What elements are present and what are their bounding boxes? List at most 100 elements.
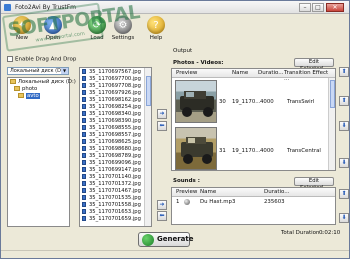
file-list-item[interactable]: 35_1170697567.jpg xyxy=(82,69,141,75)
remove-sound-arrow-button[interactable]: ⬅ xyxy=(157,211,167,221)
tree-item-photo[interactable]: photo xyxy=(14,86,37,92)
file-list-item[interactable]: 35_1170697708.jpg xyxy=(82,83,141,89)
tree-item-drive[interactable]: Локальный диск (D:) xyxy=(10,79,76,85)
sound-index: 1 xyxy=(176,199,180,205)
file-name: 35_1170698789.jpg xyxy=(89,153,141,159)
scrollbar-thumb[interactable] xyxy=(146,76,151,106)
image-file-icon xyxy=(82,216,86,221)
total-duration-value: 0:02:10 xyxy=(319,230,341,236)
checkbox-box[interactable] xyxy=(7,56,13,62)
file-list-item[interactable]: 35_1170701535.jpg xyxy=(82,195,141,201)
file-list-item[interactable]: 35_1170697700.jpg xyxy=(82,76,141,82)
image-file-icon xyxy=(82,153,86,158)
file-list-item[interactable]: 35_1170697926.jpg xyxy=(82,90,141,96)
file-list-item[interactable]: 35_1170701558.jpg xyxy=(82,202,141,208)
photos-scrollbar[interactable] xyxy=(328,78,335,170)
photo-index: 31 xyxy=(219,148,226,154)
minimize-button[interactable]: – xyxy=(299,3,311,12)
add-sound-arrow-button[interactable]: ➜ xyxy=(157,200,167,210)
remove-photo-arrow-button[interactable]: ⬅ xyxy=(157,121,167,131)
file-list-item[interactable]: 35_1170698254.jpg xyxy=(82,104,141,110)
image-file-icon xyxy=(82,104,86,109)
move-top-button[interactable]: ⬆ xyxy=(339,96,349,106)
new-button[interactable]: ✦ New xyxy=(8,15,36,45)
move-bottom-button[interactable]: ⬇ xyxy=(339,121,349,131)
open-icon: ▲ xyxy=(44,16,62,34)
image-file-icon xyxy=(82,139,86,144)
output-label: Output xyxy=(173,48,193,54)
tree-item-avto[interactable]: avto xyxy=(18,93,40,99)
file-list-item[interactable]: 35_1170698789.jpg xyxy=(82,153,141,159)
file-list-item[interactable]: 35_1170699096.jpg xyxy=(82,160,141,166)
file-list-item[interactable]: 35_1170701659.jpg xyxy=(82,216,141,222)
chevron-down-icon[interactable]: ▼ xyxy=(61,68,68,74)
file-list-item[interactable]: 35_1170698680.jpg xyxy=(82,146,141,152)
move-up-button[interactable]: ⬆ xyxy=(339,67,349,77)
image-file-icon xyxy=(82,209,86,214)
file-list-item[interactable]: 35_1170698340.jpg xyxy=(82,111,141,117)
photo-name: 19_1170... xyxy=(232,148,261,154)
image-file-icon xyxy=(82,181,86,186)
drive-icon xyxy=(10,79,16,84)
add-photo-arrow-button[interactable]: ➜ xyxy=(157,109,167,119)
file-name: 35_1170701140.jpg xyxy=(89,174,141,180)
move-down-button[interactable]: ⬇ xyxy=(339,158,349,168)
image-file-icon xyxy=(82,202,86,207)
sounds-grid-header: Preview Name Duratio... xyxy=(172,188,335,197)
col-preview: Preview xyxy=(176,189,198,195)
edit-selected-photos-button[interactable]: Edit Selected... xyxy=(294,58,334,72)
settings-label: Settings xyxy=(111,35,135,41)
audio-icon xyxy=(184,199,190,205)
file-list-item[interactable]: 35_1170701140.jpg xyxy=(82,174,141,180)
file-list-item[interactable]: 35_1170698557.jpg xyxy=(82,132,141,138)
file-list-item[interactable]: 35_1170698625.jpg xyxy=(82,139,141,145)
file-name: 35_1170698555.jpg xyxy=(89,125,141,131)
sound-move-up-button[interactable]: ⬆ xyxy=(339,189,349,199)
window-title: Foto2Avi By TrustFm xyxy=(15,4,77,11)
folder-tree[interactable]: Локальный диск (D:) photo avto xyxy=(7,77,76,227)
sound-name: Du Hast.mp3 xyxy=(200,199,236,205)
file-name: 35_1170699147.jpg xyxy=(89,167,141,173)
load-button[interactable]: ⟳ Load xyxy=(83,15,111,45)
file-list-item[interactable]: 35_1170701467.jpg xyxy=(82,188,141,194)
photos-grid[interactable]: Preview Name Duratio... Transition Effec… xyxy=(171,68,336,171)
maximize-button[interactable]: □ xyxy=(312,3,324,12)
scrollbar-thumb[interactable] xyxy=(330,80,335,108)
image-file-icon xyxy=(82,132,86,137)
open-button[interactable]: ▲ Open xyxy=(39,15,67,45)
sound-move-down-button[interactable]: ⬇ xyxy=(339,213,349,223)
open-label: Open xyxy=(45,35,61,41)
enable-drag-drop-checkbox[interactable]: Enable Drag And Drop xyxy=(7,56,76,63)
file-list[interactable]: 35_1170697567.jpg 35_1170697700.jpg 35_117… xyxy=(79,67,152,227)
image-file-icon xyxy=(82,167,86,172)
drive-select[interactable]: Локальный диск (D:) ▼ xyxy=(7,67,69,75)
settings-button[interactable]: ⚙ Settings xyxy=(109,15,137,45)
file-list-item[interactable]: 35_1170701372.jpg xyxy=(82,181,141,187)
file-name: 35_1170701372.jpg xyxy=(89,181,141,187)
image-file-icon xyxy=(82,160,86,165)
file-list-item[interactable]: 35_1170701653.jpg xyxy=(82,209,141,215)
col-duration: Duratio... xyxy=(264,189,290,195)
photo-transition: TransSwirl xyxy=(287,99,315,105)
generate-button[interactable]: Generate xyxy=(138,232,194,247)
help-label: Help xyxy=(149,35,163,41)
folder-open-icon xyxy=(18,93,24,98)
image-file-icon xyxy=(82,83,86,88)
photo-thumbnail[interactable] xyxy=(175,127,217,170)
help-icon: ? xyxy=(147,16,165,34)
file-list-scrollbar[interactable] xyxy=(144,68,151,226)
file-list-item[interactable]: 35_1170699147.jpg xyxy=(82,167,141,173)
file-list-item[interactable]: 35_1170698390.jpg xyxy=(82,118,141,124)
close-button[interactable]: ✕ xyxy=(326,3,344,12)
toolbar: ✦ New ▲ Open ⟳ Load ⚙ Settings ? Help xyxy=(1,15,349,45)
file-list-item[interactable]: 35_1170698555.jpg xyxy=(82,125,141,131)
help-button[interactable]: ? Help xyxy=(142,15,170,45)
file-name: 35_1170699096.jpg xyxy=(89,160,141,166)
sounds-grid[interactable]: Preview Name Duratio... 1 Du Hast.mp3 23… xyxy=(171,187,336,225)
edit-selected-sounds-button[interactable]: Edit Selected... xyxy=(294,177,334,191)
file-name: 35_1170698390.jpg xyxy=(89,118,141,124)
file-name: 35_1170701558.jpg xyxy=(89,202,141,208)
jeep-image xyxy=(181,137,213,164)
file-list-item[interactable]: 35_1170698162.jpg xyxy=(82,97,141,103)
photo-thumbnail[interactable] xyxy=(175,80,217,123)
